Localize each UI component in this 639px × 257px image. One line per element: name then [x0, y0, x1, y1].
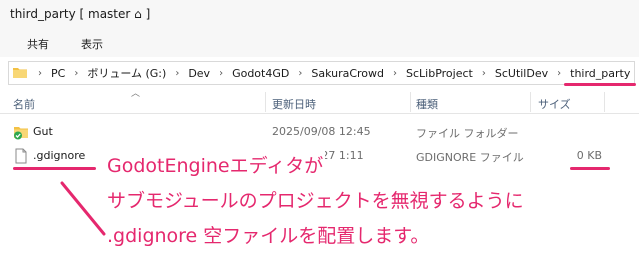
- annotation: GodotEngineエディタが サブモジュールのプロジェクトを無視するように …: [107, 149, 637, 254]
- annotation-line: GodotEngineエディタが: [107, 149, 326, 184]
- annotation-line: .gdignore 空ファイルを配置します。: [107, 219, 432, 254]
- annotation-line: サブモジュールのプロジェクトを無視するように: [107, 184, 526, 219]
